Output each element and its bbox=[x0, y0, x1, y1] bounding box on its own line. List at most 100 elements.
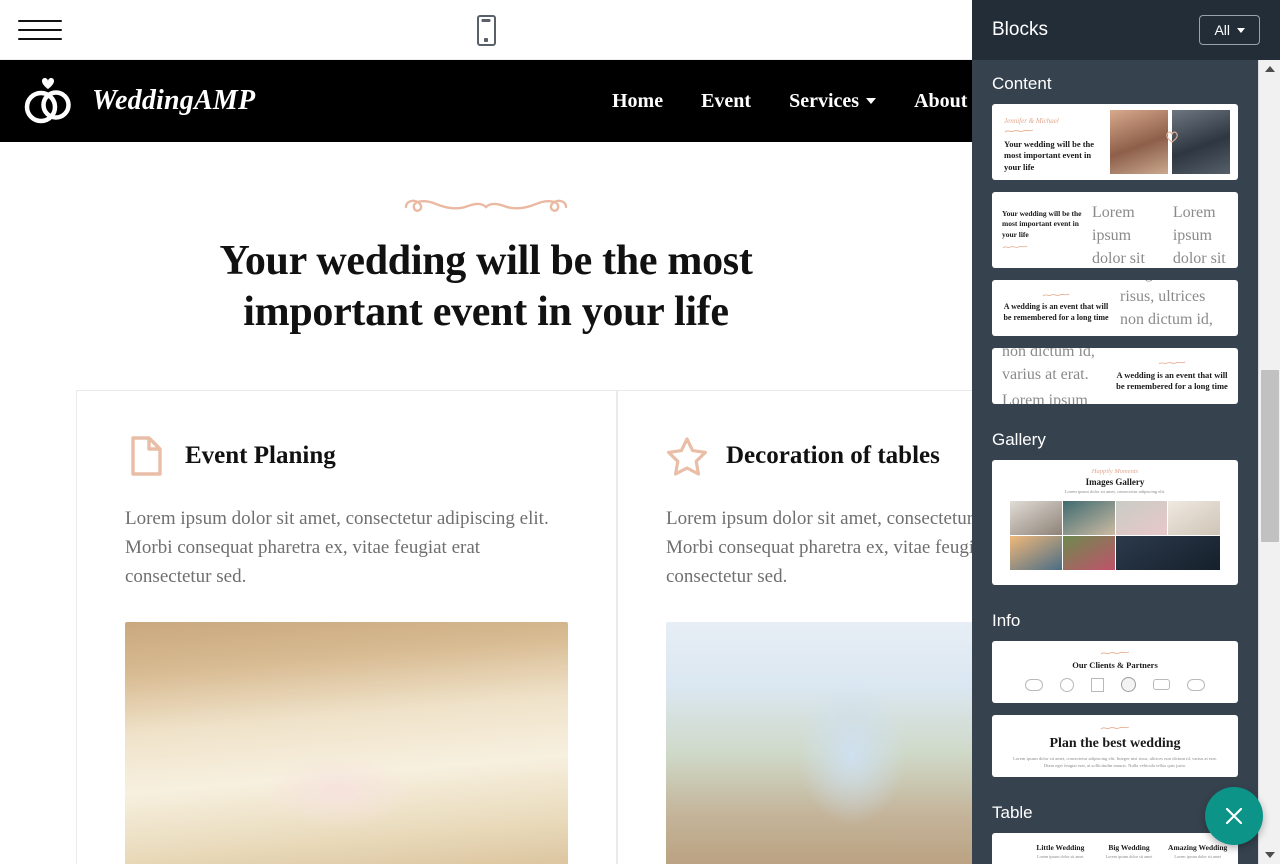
section-label-info: Info bbox=[992, 611, 1021, 630]
wedding-rings-heart-icon bbox=[22, 75, 76, 127]
hamburger-line bbox=[18, 37, 62, 40]
blocks-filter-dropdown[interactable]: All bbox=[1199, 15, 1260, 45]
flourish-divider-icon bbox=[1004, 129, 1034, 133]
thumb-image bbox=[1010, 500, 1062, 535]
flourish-divider-icon bbox=[1158, 361, 1186, 364]
block-thumbnail[interactable]: Plan the best wedding Lorem ipsum dolor … bbox=[992, 715, 1238, 777]
thumb-image bbox=[1115, 535, 1220, 570]
thumb-image bbox=[1010, 535, 1062, 570]
page-title: Your wedding will be the most important … bbox=[219, 238, 753, 336]
menu-item-label: Services bbox=[789, 89, 860, 112]
card-header: Decoration of tables bbox=[666, 435, 972, 477]
thumb-heading: A wedding is an event that will be remem… bbox=[1003, 302, 1109, 322]
hamburger-icon[interactable] bbox=[18, 13, 64, 47]
hamburger-line bbox=[18, 19, 62, 22]
scrollbar-thumb[interactable] bbox=[1261, 370, 1279, 542]
blocks-sidebar: Blocks All Content Jennifer & Michael Yo… bbox=[972, 0, 1280, 864]
card-description: Lorem ipsum dolor sit amet, consectetur … bbox=[666, 508, 972, 588]
close-panel-button[interactable] bbox=[1205, 787, 1263, 845]
brand-logo[interactable]: WeddingAMP bbox=[22, 75, 255, 127]
menu-item-label: Event bbox=[701, 89, 752, 112]
phone-shape bbox=[476, 14, 496, 46]
feature-card[interactable]: Decoration of tables Lorem ipsum dolor s… bbox=[617, 390, 972, 864]
block-thumbnail[interactable]: Little Wedding Lorem ipsum dolor sit ame… bbox=[992, 833, 1238, 864]
sidebar-header: Blocks All bbox=[972, 0, 1280, 60]
scroll-down-arrow-icon[interactable] bbox=[1259, 846, 1280, 864]
flourish-divider-icon bbox=[1002, 245, 1028, 249]
table-column-header: Amazing Wedding bbox=[1168, 843, 1228, 852]
sidebar-title: Blocks bbox=[992, 19, 1048, 40]
site-navbar: WeddingAMP Home Event Services About u bbox=[0, 60, 972, 142]
flourish-divider-icon bbox=[0, 194, 972, 220]
thumb-heading: Images Gallery bbox=[1085, 477, 1145, 487]
block-thumbnail[interactable]: Happily Moments Images Gallery Lorem ips… bbox=[992, 460, 1238, 585]
hero-section: Your wedding will be the most important … bbox=[0, 142, 972, 338]
block-thumbnail[interactable]: A wedding is an event that will be remem… bbox=[992, 280, 1238, 336]
star-outline-icon bbox=[666, 435, 708, 477]
block-thumbnail[interactable]: Your wedding will be the most important … bbox=[992, 192, 1238, 268]
top-toolbar bbox=[0, 0, 972, 60]
table-column-header: Big Wedding bbox=[1108, 843, 1150, 852]
flourish-divider-icon bbox=[1100, 726, 1130, 730]
thumb-heading: Our Clients & Partners bbox=[1072, 660, 1158, 670]
thumb-heading: Plan the best wedding bbox=[1049, 736, 1181, 751]
block-thumbnail[interactable]: Our Clients & Partners bbox=[992, 641, 1238, 703]
thumb-image bbox=[1110, 110, 1168, 174]
flourish-divider-icon bbox=[1100, 651, 1130, 655]
menu-item-services[interactable]: Services bbox=[789, 89, 877, 113]
badge-logo-icon bbox=[1121, 677, 1137, 692]
scroll-up-arrow-icon[interactable] bbox=[1259, 60, 1280, 78]
card-title: Decoration of tables bbox=[726, 442, 940, 470]
block-thumbnail[interactable]: Jennifer & Michael Your wedding will be … bbox=[992, 104, 1238, 180]
menu-item-label: Home bbox=[612, 89, 664, 112]
menu-item-event[interactable]: Event bbox=[701, 90, 751, 113]
heart-outline-icon bbox=[1165, 130, 1179, 143]
section-label-content: Content bbox=[992, 74, 1052, 93]
thumb-heading: A wedding is an event that will be remem… bbox=[1116, 369, 1228, 391]
brand-name: WeddingAMP bbox=[92, 85, 256, 116]
thumb-script: Jennifer & Michael bbox=[1004, 117, 1059, 125]
blocks-scroll-area[interactable]: Content Jennifer & Michael Your wedding … bbox=[972, 60, 1258, 864]
feature-card[interactable]: Event Planing Lorem ipsum dolor sit amet… bbox=[76, 390, 617, 864]
section-label-gallery: Gallery bbox=[992, 430, 1046, 449]
menu-item-home[interactable]: Home bbox=[612, 90, 663, 113]
hamburger-line bbox=[18, 28, 62, 31]
card-photo bbox=[666, 622, 972, 864]
chevron-down-icon bbox=[866, 98, 877, 104]
table-column-header: Little Wedding bbox=[1036, 843, 1085, 852]
table-column-caption: Lorem ipsum dolor sit amet bbox=[1174, 854, 1221, 859]
mobile-device-icon[interactable] bbox=[466, 10, 506, 50]
menu-item-about-us[interactable]: About u bbox=[914, 90, 972, 113]
table-column-caption: Lorem ipsum dolor sit amet bbox=[1105, 854, 1153, 859]
menu-item-label: About u bbox=[914, 89, 972, 112]
badge-logo-icon bbox=[1090, 677, 1104, 692]
table-column-caption: Lorem ipsum dolor sit amet bbox=[1037, 854, 1084, 859]
chevron-down-icon bbox=[1237, 27, 1245, 33]
app-root: WeddingAMP Home Event Services About u bbox=[0, 0, 1280, 864]
thumb-image bbox=[1168, 500, 1220, 535]
badge-logo-icon bbox=[1187, 678, 1206, 691]
block-thumbnail[interactable]: Lorem ipsum dolor sit amet, consectetur … bbox=[992, 348, 1238, 404]
thumb-body: Lorem ipsum dolor sit amet, consectetur … bbox=[1120, 280, 1213, 336]
sidebar-scrollbar[interactable] bbox=[1258, 60, 1280, 864]
blocks-filter-label: All bbox=[1214, 22, 1230, 38]
thumb-image bbox=[1062, 500, 1115, 535]
card-photo bbox=[125, 622, 568, 864]
thumb-heading: Your wedding will be the most important … bbox=[1002, 208, 1082, 239]
thumb-body: Lorem ipsum dolor sit amet, consectetur … bbox=[1172, 204, 1226, 268]
thumb-body: Lorem ipsum dolor sit amet, consectetur … bbox=[1002, 392, 1088, 404]
thumb-image bbox=[1062, 535, 1115, 570]
card-description: Lorem ipsum dolor sit amet, consectetur … bbox=[125, 508, 549, 588]
file-document-icon bbox=[125, 435, 167, 477]
badge-logo-icon bbox=[1059, 677, 1074, 692]
thumb-heading: Your wedding will be the most important … bbox=[1004, 139, 1095, 172]
card-header: Event Planing bbox=[125, 435, 568, 477]
thumb-script: Happily Moments bbox=[1091, 468, 1139, 475]
flourish-divider-icon bbox=[1042, 293, 1070, 297]
thumb-body: Lorem ipsum dolor sit amet, consectetur … bbox=[1092, 204, 1145, 268]
thumb-subtext: Lorem ipsum dolor sit amet, consectetur … bbox=[1013, 756, 1217, 768]
thumb-image bbox=[1115, 500, 1168, 535]
badge-logo-icon bbox=[1153, 679, 1171, 690]
thumb-subtext: Lorem ipsum dolor sit amet, consectetur … bbox=[1064, 489, 1166, 494]
thumb-body: Lorem ipsum dolor sit amet, consectetur … bbox=[1002, 348, 1095, 383]
